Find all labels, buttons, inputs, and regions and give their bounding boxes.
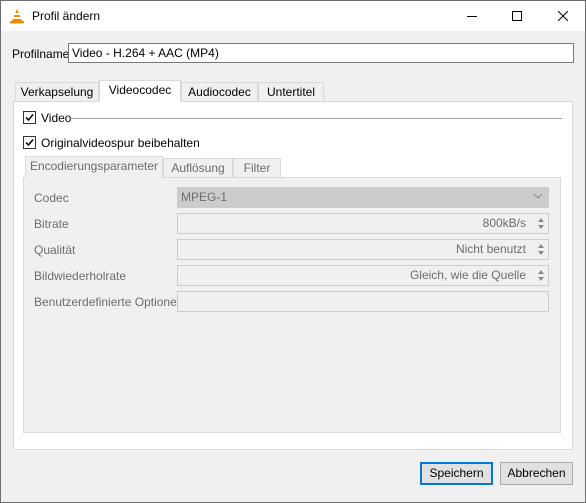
cancel-button[interactable]: Abbrechen	[500, 462, 573, 485]
quality-label: Qualität	[34, 243, 76, 257]
custom-options-label: Benutzerdefinierte Optionen	[34, 295, 184, 309]
minimize-button[interactable]	[449, 1, 494, 31]
framerate-value: Gleich, wie die Quelle	[409, 268, 526, 282]
vlc-cone-icon	[10, 9, 24, 24]
framerate-spinbox[interactable]: Gleich, wie die Quelle	[177, 265, 549, 286]
video-group-divider	[69, 118, 562, 119]
profile-name-input[interactable]: Video - H.264 + AAC (MP4)	[68, 43, 574, 63]
bitrate-label: Bitrate	[34, 217, 69, 231]
quality-value: Nicht benutzt	[455, 242, 526, 256]
tab-untertitel[interactable]: Untertitel	[258, 82, 324, 101]
chevron-down-icon	[534, 193, 542, 199]
tab-encodierungsparameter[interactable]: Encodierungsparameter	[25, 156, 163, 178]
codec-value: MPEG-1	[181, 190, 228, 204]
video-checkbox-label: Video	[41, 111, 72, 125]
tab-filter[interactable]: Filter	[233, 158, 281, 177]
close-button[interactable]	[540, 1, 585, 31]
video-checkbox[interactable]	[23, 111, 36, 124]
framerate-label: Bildwiederholrate	[34, 269, 127, 283]
dialog-window: Profil ändern Profilname Video - H.264 +…	[0, 0, 586, 503]
maximize-icon	[511, 11, 522, 21]
bitrate-spinbox[interactable]: 800kB/s	[177, 213, 549, 234]
custom-options-input[interactable]	[177, 291, 549, 312]
quality-spinbox[interactable]: Nicht benutzt	[177, 239, 549, 260]
tab-videocodec[interactable]: Videocodec	[99, 80, 181, 102]
spinner-arrows-icon[interactable]	[536, 242, 546, 257]
close-icon	[557, 11, 568, 21]
profile-name-label: Profilname	[12, 47, 70, 61]
keep-original-checkbox[interactable]	[23, 136, 36, 149]
codec-label: Codec	[34, 191, 69, 205]
spinner-arrows-icon[interactable]	[536, 216, 546, 231]
maximize-button[interactable]	[494, 1, 539, 31]
spinner-arrows-icon[interactable]	[536, 268, 546, 283]
minimize-icon	[466, 16, 477, 17]
codec-select[interactable]: MPEG-1	[177, 187, 549, 208]
save-button[interactable]: Speichern	[420, 462, 493, 485]
checkmark-icon	[25, 139, 34, 147]
tab-verkapselung[interactable]: Verkapselung	[15, 82, 99, 101]
bitrate-value: 800kB/s	[482, 216, 526, 230]
keep-original-label: Originalvideospur beibehalten	[41, 136, 200, 150]
tab-aufloesung[interactable]: Auflösung	[163, 158, 233, 177]
checkmark-icon	[25, 114, 34, 122]
tab-audiocodec[interactable]: Audiocodec	[181, 82, 258, 101]
window-title: Profil ändern	[32, 9, 101, 23]
title-bar[interactable]: Profil ändern	[1, 1, 585, 31]
